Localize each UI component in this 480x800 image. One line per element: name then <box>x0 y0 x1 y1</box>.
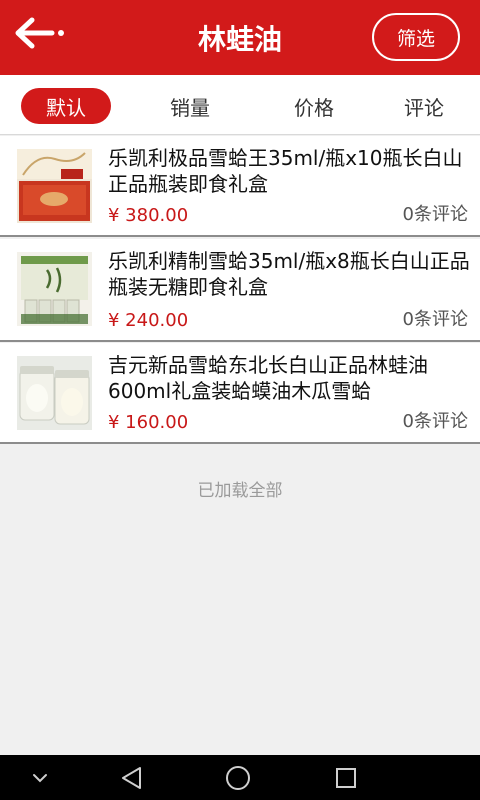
review-count: 0条评论 <box>402 411 468 432</box>
product-image <box>17 356 92 430</box>
back-button[interactable] <box>12 14 68 54</box>
system-nav-bar <box>0 755 480 800</box>
product-price: ¥ 240.00 <box>108 310 189 331</box>
product-list: 乐凯利极品雪蛤王35ml/瓶x10瓶长白山正品瓶装即食礼盒 ¥ 380.00 0… <box>0 136 480 444</box>
product-name: 乐凯利精制雪蛤35ml/瓶x8瓶长白山正品瓶装无糖即食礼盒 <box>108 249 470 299</box>
product-image <box>17 252 92 326</box>
product-item[interactable]: 乐凯利精制雪蛤35ml/瓶x8瓶长白山正品瓶装无糖即食礼盒 ¥ 240.00 0… <box>0 239 480 342</box>
hide-keyboard-icon <box>33 773 47 782</box>
product-price: ¥ 380.00 <box>108 205 189 226</box>
system-recent-apps-button[interactable] <box>324 755 368 800</box>
system-home-button[interactable] <box>216 755 260 800</box>
tab-price[interactable]: 价格 <box>274 88 354 124</box>
tab-sales[interactable]: 销量 <box>150 88 230 124</box>
product-item[interactable]: 乐凯利极品雪蛤王35ml/瓶x10瓶长白山正品瓶装即食礼盒 ¥ 380.00 0… <box>0 136 480 237</box>
back-arrow-icon <box>15 17 64 49</box>
back-triangle-icon <box>122 766 141 789</box>
review-count: 0条评论 <box>402 204 468 225</box>
product-item[interactable]: 吉元新品雪蛤东北长白山正品林蛙油600ml礼盒装蛤蟆油木瓜雪蛤 ¥ 160.00… <box>0 343 480 444</box>
product-price: ¥ 160.00 <box>108 412 189 433</box>
system-back-button[interactable] <box>110 755 154 800</box>
sort-tabs: 默认 销量 价格 评论 <box>0 75 480 135</box>
filter-button[interactable]: 筛选 <box>372 13 460 61</box>
review-count: 0条评论 <box>402 309 468 330</box>
recent-apps-square-icon <box>336 767 356 788</box>
hide-keyboard-button[interactable] <box>20 755 60 800</box>
product-name: 乐凯利极品雪蛤王35ml/瓶x10瓶长白山正品瓶装即食礼盒 <box>108 146 463 196</box>
product-image <box>17 149 92 223</box>
all-loaded-text: 已加载全部 <box>197 481 283 501</box>
product-name: 吉元新品雪蛤东北长白山正品林蛙油600ml礼盒装蛤蟆油木瓜雪蛤 <box>108 353 428 403</box>
home-circle-icon <box>226 765 250 790</box>
tab-reviews[interactable]: 评论 <box>384 88 464 124</box>
tab-default[interactable]: 默认 <box>21 88 111 124</box>
app-header: 林蛙油 筛选 <box>0 0 480 75</box>
